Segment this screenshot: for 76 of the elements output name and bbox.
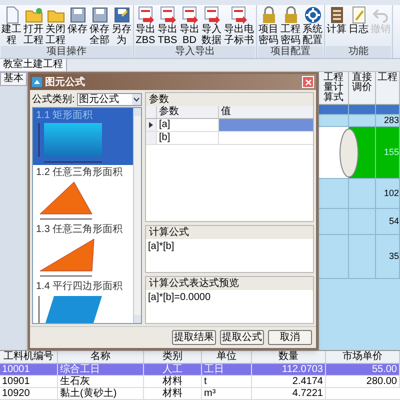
table-cell: 工日 [202,364,252,375]
table-cell: 10901 [0,376,58,387]
ribbon-button[interactable]: 导出ZBS [135,5,156,46]
column-header: 市场单价 [326,351,400,363]
shape-list-item[interactable]: 1.4 平行四边形面积 [33,279,133,323]
ribbon-button[interactable]: 项目密码 [258,5,279,46]
ribbon-group-label: 导入导出 [135,46,255,58]
ribbon-group-label: 项目操作 [1,46,132,58]
table-cell: 10001 [0,364,58,375]
column-header: 类别 [144,351,202,363]
grid-cell: 54 [376,209,400,234]
ribbon-button[interactable]: 计算 [326,5,347,46]
ribbon-group-label: 项目配置 [258,46,323,58]
grid-row[interactable]: 102 [319,179,400,209]
material-row[interactable]: 10920 黏土(黄砂土) 材料 m³ 4.7221 [0,388,400,400]
table-cell: t [202,376,252,387]
grid-cell: 155 [376,127,400,178]
grid-cell: 35 [376,235,400,278]
ribbon-button[interactable]: 导入数据 [201,5,222,46]
ribbon-button[interactable]: 工程密码 [280,5,301,46]
material-row[interactable]: 10001 综合工日 人工 工日 112.0703 55.00 [0,364,400,376]
param-row[interactable]: [a] [146,119,313,132]
dialog-button[interactable]: 提取公式 [220,330,264,345]
table-cell: 55.00 [326,364,400,375]
grid-row[interactable]: 35 [319,235,400,279]
table-cell: 生石灰 [58,376,144,387]
ribbon-button[interactable]: 建工程 [1,5,22,46]
param-row[interactable]: [b] [146,132,313,145]
dialog-title: 图元公式 [45,76,86,90]
table-cell: [b] [156,132,218,144]
material-row[interactable]: 10901 生石灰 材料 t 2.4174 280.00 [0,376,400,388]
column-header: 工程 [376,72,400,104]
ribbon-button[interactable]: 保存 [67,5,88,46]
table-cell: 280.00 [326,376,400,387]
ribbon-button[interactable]: 关闭工程 [45,5,66,46]
ribbon-button[interactable]: 打开工程 [23,5,44,46]
column-header: 工程量计算式 [319,72,349,104]
dialog-button[interactable]: 取消 [268,330,312,345]
ribbon-button[interactable]: 导出TBS [157,5,178,46]
side-tab[interactable]: 基本 [0,72,27,86]
table-cell: 材料 [144,376,202,387]
column-header: 数量 [252,351,326,363]
column-header: 名称 [58,351,144,363]
ribbon-button[interactable]: 另存为 [111,5,132,46]
ribbon-button[interactable]: 系统配置 [302,5,323,46]
table-cell: m³ [202,388,252,399]
panel-title: 参数 [146,93,313,106]
column-header: 工料机编号 [0,351,58,363]
table-cell: 黏土(黄砂土) [58,388,144,399]
column-header: 单位 [202,351,252,363]
table-cell: 4.7221 [252,388,326,399]
table-cell: 人工 [144,364,202,375]
ribbon-button[interactable]: 导出电子标书 [223,5,255,46]
table-cell: 综合工日 [58,364,144,375]
table-cell: 10920 [0,388,58,399]
category-dropdown[interactable]: 图元公式 [76,93,142,106]
table-cell: 2.4174 [252,376,326,387]
column-header: 直接调价 [348,72,376,104]
table-cell: 112.0703 [252,364,326,375]
grid-row[interactable]: 54 [319,209,400,235]
ribbon-button[interactable]: 保存全部 [89,5,110,46]
shape-list-item[interactable]: 1.2 任意三角形面积 [33,165,133,222]
ribbon-button[interactable]: 日志 [348,5,369,46]
column-header: 值 [218,106,313,118]
grid-cell: 283 [376,115,400,126]
preview-text: [a]*[b]=0.0000 [146,290,313,323]
column-header: 参数 [156,106,218,118]
category-label: 公式类别: [32,92,75,107]
ribbon-button[interactable]: 导出BD [179,5,200,46]
table-cell: 材料 [144,388,202,399]
project-tab[interactable]: 教室土建工程 [0,59,67,71]
shape-list-item[interactable]: 1.3 任意三角形面积 [33,222,133,279]
dialog-button[interactable]: 提取结果 [172,330,216,345]
formula-text: [a]*[b] [146,239,313,272]
grid-cell: 102 [376,179,400,208]
ribbon-group-label: 功能 [326,46,391,58]
